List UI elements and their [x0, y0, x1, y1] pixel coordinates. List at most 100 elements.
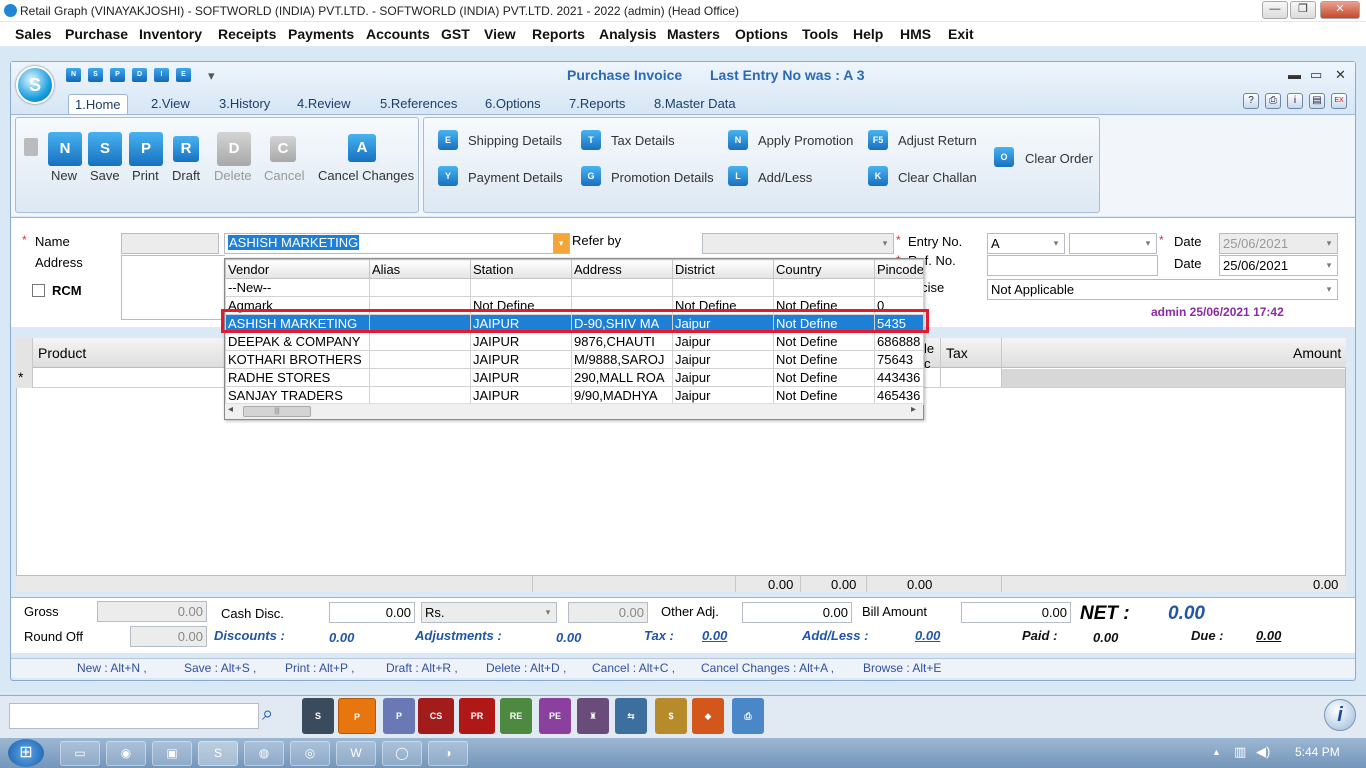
dropdown-horizontal-scrollbar[interactable]: ◂ ||| ▸ [225, 403, 923, 419]
volume-icon[interactable]: ◀) [1256, 744, 1270, 760]
add-less-icon[interactable]: L [728, 166, 748, 186]
taskbar-chrome-icon[interactable]: ◉ [106, 741, 146, 766]
transfer-tool-icon[interactable]: ⇆ [615, 698, 647, 734]
taskbar-firefox-icon[interactable]: ◍ [244, 741, 284, 766]
menu-receipts[interactable]: Receipts [218, 26, 276, 42]
entry-no-prefix-select[interactable]: A ▾ [987, 233, 1065, 254]
minimize-button[interactable]: — [1262, 1, 1288, 19]
bill-amount-input[interactable]: 0.00 [961, 602, 1071, 623]
qa-draft-icon[interactable]: D [132, 68, 147, 82]
clear-challan-button[interactable]: Clear Challan [898, 170, 977, 185]
new-button[interactable]: New [51, 168, 77, 183]
tax-column-header[interactable]: Tax [946, 345, 968, 361]
taskbar-opera-icon[interactable]: ◯ [382, 741, 422, 766]
vendor-row[interactable]: RADHE STORES JAIPUR 290,MALL ROA Jaipur Not … [225, 368, 924, 387]
qa-dropdown-icon[interactable]: ▾ [208, 68, 215, 84]
cash-disc-type-dropdown-icon[interactable]: ▾ [540, 603, 556, 622]
product-column-header[interactable]: Product [38, 345, 86, 361]
alias-column-header[interactable]: Alias [369, 259, 471, 279]
country-column-header[interactable]: Country [773, 259, 875, 279]
restore-button[interactable]: ❐ [1290, 1, 1316, 19]
draft-icon[interactable]: R [173, 136, 199, 162]
other-adj-input[interactable]: 0.00 [742, 602, 852, 623]
promotion-details-button[interactable]: Promotion Details [611, 170, 714, 185]
launcher-search-input[interactable] [9, 703, 259, 729]
tax-value[interactable]: 0.00 [702, 628, 727, 643]
tab-options[interactable]: 6.Options [479, 94, 547, 114]
purchase-tool-icon[interactable]: P [338, 698, 376, 734]
tab-reports[interactable]: 7.Reports [563, 94, 631, 114]
info-icon[interactable]: i [1324, 699, 1356, 731]
vendor-code-field[interactable] [121, 233, 219, 254]
menu-masters[interactable]: Masters [667, 26, 720, 42]
menu-accounts[interactable]: Accounts [366, 26, 430, 42]
printer-icon[interactable]: ⎙ [1265, 93, 1281, 109]
hidden-column-header[interactable]: le [924, 341, 934, 356]
menu-inventory[interactable]: Inventory [139, 26, 202, 42]
cash-disc-input[interactable]: 0.00 [329, 602, 415, 623]
ref-date-dropdown-icon[interactable]: ▾ [1321, 256, 1337, 275]
ref-no-input[interactable] [987, 255, 1158, 276]
apply-promotion-button[interactable]: Apply Promotion [758, 133, 853, 148]
info-icon[interactable]: i [1287, 93, 1303, 109]
cancel-changes-button[interactable]: Cancel Changes [318, 168, 414, 183]
tab-view[interactable]: 2.View [145, 94, 196, 114]
app-logo[interactable]: S [16, 66, 54, 104]
apply-promotion-icon[interactable]: N [728, 130, 748, 150]
cancel-changes-icon[interactable]: A [348, 134, 376, 162]
vendor-row[interactable]: KOTHARI BROTHERS JAIPUR M/9888,SAROJ Jaipur… [225, 350, 924, 369]
qa-info-icon[interactable]: I [154, 68, 169, 82]
tax-details-icon[interactable]: T [581, 130, 601, 150]
add-less-value[interactable]: 0.00 [915, 628, 940, 643]
tax-details-button[interactable]: Tax Details [611, 133, 675, 148]
tab-review[interactable]: 4.Review [291, 94, 356, 114]
panel-icon[interactable]: ▤ [1309, 93, 1325, 109]
entry-no-dropdown-icon[interactable]: ▾ [1048, 234, 1064, 253]
entry-no-field[interactable]: ▾ [1069, 233, 1157, 254]
taskbar-explorer-icon[interactable]: ▭ [60, 741, 100, 766]
shipping-details-button[interactable]: Shipping Details [468, 133, 562, 148]
pincode-column-header[interactable]: Pincode [874, 259, 924, 279]
station-column-header[interactable]: Station [470, 259, 572, 279]
clear-order-icon[interactable]: O [994, 147, 1014, 167]
menu-analysis[interactable]: Analysis [599, 26, 657, 42]
scroll-right-icon[interactable]: ▸ [911, 404, 916, 415]
vendor-row[interactable]: --New-- [225, 278, 924, 297]
sync-tool-icon[interactable]: ◆ [692, 698, 724, 734]
ref-date-field[interactable]: 25/06/2021 ▾ [1219, 255, 1338, 276]
save-icon[interactable]: S [88, 132, 122, 166]
close-button[interactable]: ✕ [1320, 1, 1360, 19]
taskbar-word-icon[interactable]: W [336, 741, 376, 766]
rcm-checkbox[interactable] [32, 284, 45, 297]
shipping-details-icon[interactable]: E [438, 130, 458, 150]
help-icon[interactable]: ? [1243, 93, 1259, 109]
add-less-button[interactable]: Add/Less [758, 170, 812, 185]
payment-details-button[interactable]: Payment Details [468, 170, 563, 185]
exit-icon[interactable]: EX [1331, 93, 1347, 109]
refer-by-select[interactable]: ▾ [702, 233, 894, 254]
menu-sales[interactable]: Sales [15, 26, 52, 42]
entry-no-field-dropdown-icon[interactable]: ▾ [1140, 234, 1156, 253]
excise-select[interactable]: Not Applicable ▾ [987, 279, 1338, 300]
network-icon[interactable]: ▥ [1234, 744, 1246, 760]
tab-history[interactable]: 3.History [213, 94, 276, 114]
tab-references[interactable]: 5.References [374, 94, 463, 114]
tab-master-data[interactable]: 8.Master Data [648, 94, 742, 114]
menu-purchase[interactable]: Purchase [65, 26, 128, 42]
address-column-header[interactable]: Address [571, 259, 673, 279]
refer-by-dropdown-icon[interactable]: ▾ [877, 234, 893, 253]
excise-dropdown-icon[interactable]: ▾ [1321, 280, 1337, 299]
qa-new-icon[interactable]: N [66, 68, 81, 82]
scroll-left-icon[interactable]: ◂ [228, 404, 233, 415]
printer-tool-icon[interactable]: ⎙ [732, 698, 764, 734]
menu-help[interactable]: Help [853, 26, 883, 42]
vendor-row[interactable]: DEEPAK & COMPANY JAIPUR 9876,CHAUTI Jaipur N… [225, 332, 924, 351]
menu-view[interactable]: View [484, 26, 516, 42]
adjust-return-button[interactable]: Adjust Return [898, 133, 977, 148]
taskbar-app-icon[interactable]: ▣ [152, 741, 192, 766]
amount-column-header[interactable]: Amount [1293, 345, 1341, 361]
menu-options[interactable]: Options [735, 26, 788, 42]
district-column-header[interactable]: District [672, 259, 774, 279]
doc-minimize-icon[interactable]: ▬ [1288, 67, 1301, 82]
draft-button[interactable]: Draft [172, 168, 200, 183]
